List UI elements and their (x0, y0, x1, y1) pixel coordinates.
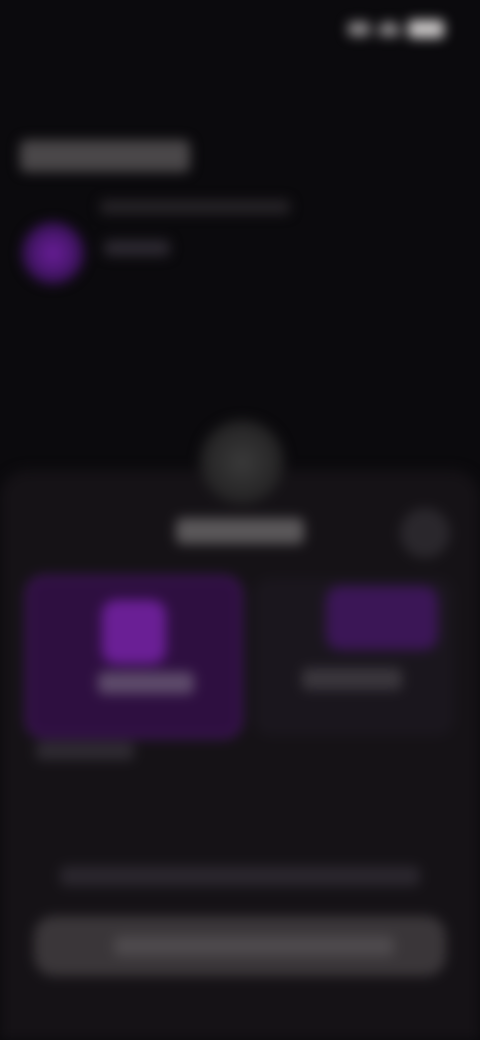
option-1-icon (102, 600, 166, 664)
page-title (20, 140, 190, 172)
continue-button[interactable] (34, 916, 446, 976)
close-button[interactable] (400, 508, 450, 558)
wifi-icon (378, 22, 400, 36)
sheet-header-icon (200, 420, 284, 504)
avatar[interactable] (22, 222, 84, 284)
helper-text (36, 742, 134, 760)
sheet-title (176, 518, 304, 544)
continue-button-label (114, 936, 394, 956)
screen-content (0, 0, 480, 1040)
option-2-icon (326, 586, 438, 650)
footnote-text (60, 866, 420, 886)
page-subtitle (100, 200, 290, 214)
avatar-label (104, 240, 170, 256)
option-card-1[interactable] (28, 578, 240, 736)
signal-icon (348, 22, 370, 36)
option-1-label (98, 672, 194, 694)
status-icons (348, 20, 444, 38)
status-bar (0, 14, 480, 48)
battery-icon (408, 20, 444, 38)
option-card-2[interactable] (254, 578, 454, 736)
option-2-label (302, 668, 402, 690)
